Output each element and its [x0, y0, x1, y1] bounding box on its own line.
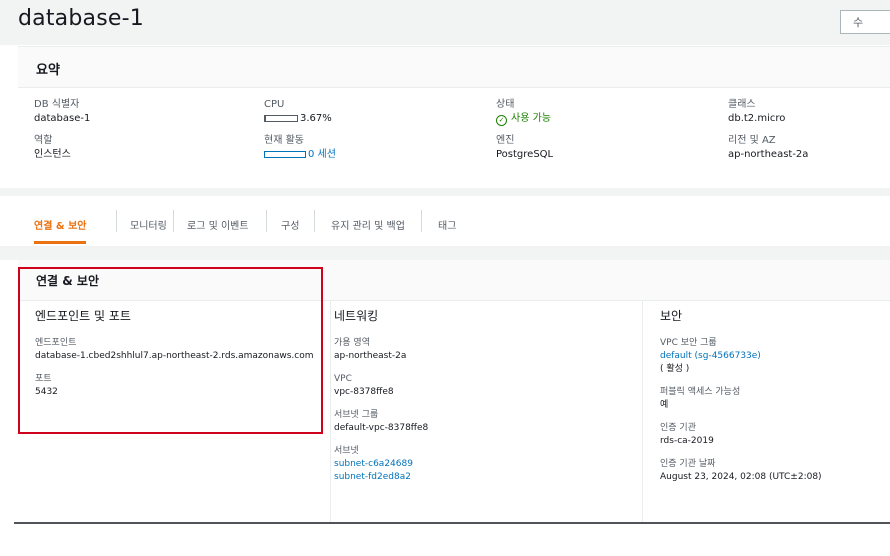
section-gap [0, 188, 890, 196]
engine-label: 엔진 [496, 135, 515, 146]
subnet-link-2[interactable]: subnet-fd2ed8a2 [334, 471, 634, 484]
certificate-authority-label: 인증 기관 [660, 423, 696, 433]
tab-monitoring[interactable]: 모니터링 [130, 196, 167, 242]
activity-value: 0 세션 [308, 149, 336, 160]
vpc-label: VPC [334, 374, 352, 384]
security-section: 보안 VPC 보안 그룹 default (sg-4566733e) ( 활성 … [660, 310, 888, 494]
column-divider [642, 300, 643, 522]
check-circle-icon: ✓ [496, 115, 507, 126]
vpc-security-group-label: VPC 보안 그룹 [660, 338, 717, 348]
rds-database-detail-page: database-1 수 요약 DB 식별자 database-1 역할 인스턴… [0, 0, 890, 556]
security-group-link[interactable]: default (sg-4566733e) [660, 350, 888, 363]
networking-section: 네트워킹 가용 영역 ap-northeast-2a VPC vpc-8378f… [334, 310, 634, 484]
cpu-usage-bar [264, 114, 298, 122]
detail-tabs: 연결 & 보안 모니터링 로그 및 이벤트 구성 유지 관리 및 백업 태그 [18, 196, 890, 247]
public-access-value: 예 [660, 400, 669, 410]
session-bar [264, 150, 306, 158]
summary-col-identifier: DB 식별자 database-1 역할 인스턴스 [34, 98, 90, 170]
db-identifier-label: DB 식별자 [34, 99, 80, 110]
annotation-highlight-box [18, 267, 323, 434]
cpu-label: CPU [264, 99, 285, 110]
activity-value-row[interactable]: 0 세션 [264, 148, 336, 162]
activity-label: 현재 활동 [264, 135, 304, 146]
security-heading: 보안 [660, 309, 683, 323]
tab-divider [173, 210, 174, 232]
public-access-label: 퍼블릭 액세스 가능성 [660, 387, 741, 397]
header-action-button[interactable]: 수 [840, 10, 890, 34]
summary-col-class: 클래스 db.t2.micro 리전 및 AZ ap-northeast-2a [728, 98, 808, 170]
class-label: 클래스 [728, 99, 756, 110]
page-header: database-1 수 [0, 0, 890, 45]
cpu-value: 3.67% [300, 113, 332, 124]
role-label: 역할 [34, 135, 53, 146]
availability-zone-value: ap-northeast-2a [334, 351, 407, 361]
class-value: db.t2.micro [728, 113, 786, 124]
region-label: 리전 및 AZ [728, 135, 776, 146]
subnets-label: 서브넷 [334, 446, 359, 456]
tab-logs-events[interactable]: 로그 및 이벤트 [187, 196, 249, 242]
tab-tags[interactable]: 태그 [438, 196, 456, 242]
tab-divider [314, 210, 315, 232]
subnet-group-label: 서브넷 그룹 [334, 410, 379, 420]
networking-heading: 네트워킹 [334, 309, 379, 323]
column-divider [330, 300, 331, 522]
summary-title: 요약 [36, 63, 60, 78]
tab-connectivity-security[interactable]: 연결 & 보안 [34, 196, 87, 244]
certificate-date-value: August 23, 2024, 02:08 (UTC±2:08) [660, 472, 822, 482]
tab-divider [266, 210, 267, 232]
tab-configuration[interactable]: 구성 [281, 196, 299, 242]
engine-value: PostgreSQL [496, 149, 554, 160]
section-gap [0, 246, 890, 260]
page-title: database-1 [18, 6, 144, 31]
security-group-status: ( 활성 ) [660, 364, 690, 374]
role-value: 인스턴스 [34, 149, 71, 160]
subnet-link-1[interactable]: subnet-c6a24689 [334, 458, 634, 471]
availability-zone-label: 가용 영역 [334, 338, 370, 348]
bottom-divider [14, 522, 890, 524]
tab-divider [116, 210, 117, 232]
status-value: 사용 가능 [511, 113, 551, 124]
summary-col-cpu: CPU 3.67% 현재 활동 0 세션 [264, 98, 336, 170]
certificate-date-label: 인증 기관 날짜 [660, 459, 716, 469]
vpc-link[interactable]: vpc-8378ffe8 [334, 386, 634, 399]
status-label: 상태 [496, 99, 515, 110]
tab-maintenance-backup[interactable]: 유지 관리 및 백업 [331, 196, 405, 242]
certificate-authority-value: rds-ca-2019 [660, 436, 714, 446]
summary-header: 요약 [18, 47, 890, 88]
tab-divider [421, 210, 422, 232]
summary-col-status: 상태 ✓ 사용 가능 엔진 PostgreSQL [496, 98, 553, 170]
summary-panel: 요약 DB 식별자 database-1 역할 인스턴스 CPU 3.67% 현… [18, 46, 890, 189]
subnet-group-value: default-vpc-8378ffe8 [334, 423, 429, 433]
db-identifier-value: database-1 [34, 113, 91, 124]
cpu-value-row: 3.67% [264, 112, 336, 126]
cpu-usage-fill [265, 115, 267, 121]
status-value-row: ✓ 사용 가능 [496, 112, 553, 126]
region-value: ap-northeast-2a [728, 149, 809, 160]
